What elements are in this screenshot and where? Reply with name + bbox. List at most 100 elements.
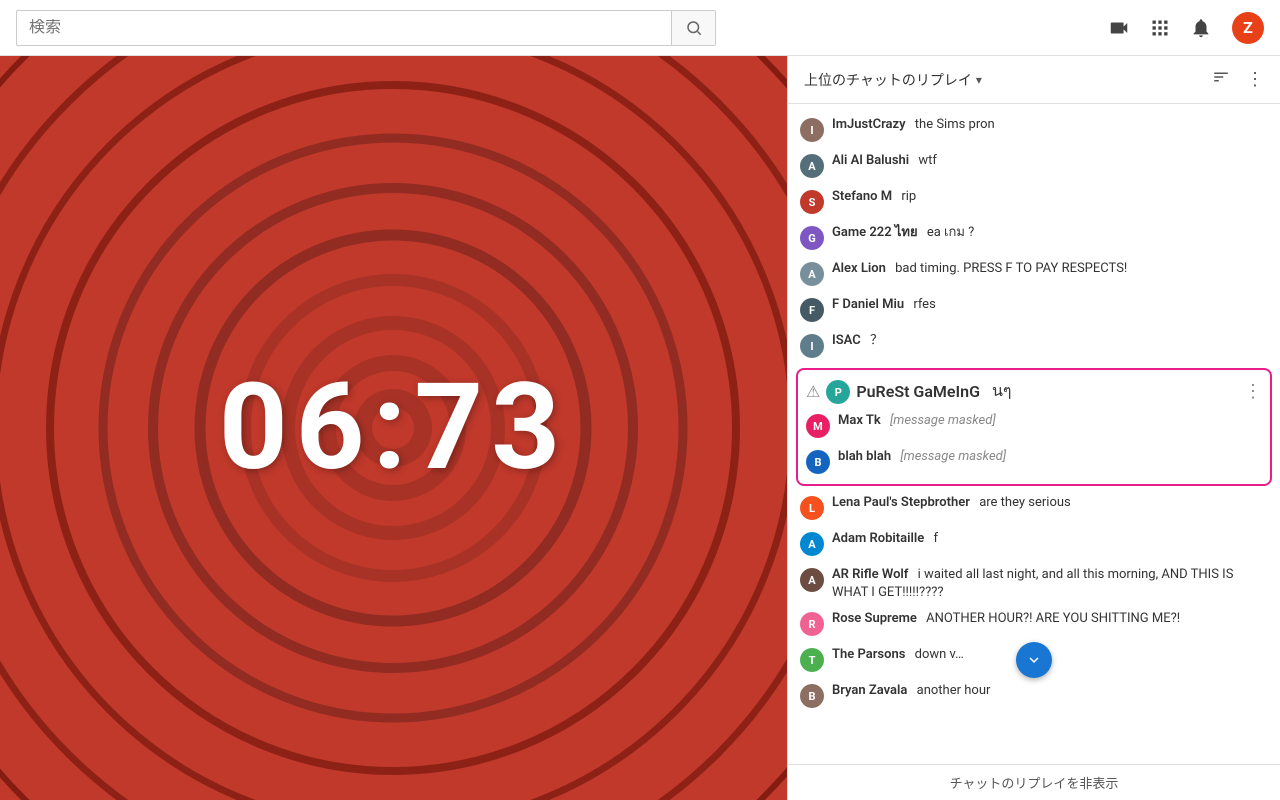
message-text: ？	[870, 333, 883, 348]
avatar: A	[800, 568, 824, 592]
message-username: AR Rifle Wolf	[832, 567, 908, 582]
more-options-icon[interactable]: ⋮	[1246, 69, 1264, 90]
notifications-icon[interactable]	[1190, 17, 1212, 39]
chat-message: B Bryan Zavala another hour	[788, 678, 1280, 714]
message-text: wtf	[918, 153, 937, 168]
chat-message: A Ali Al Balushi wtf	[788, 148, 1280, 184]
chat-message: G Game 222 ไทย ea เกม ?	[788, 220, 1280, 256]
message-content: blah blah [message masked]	[838, 448, 1262, 466]
message-username: The Parsons	[832, 647, 905, 662]
group-more-options-icon[interactable]: ⋮	[1244, 381, 1262, 402]
message-content: F Daniel Miu rfes	[832, 296, 1268, 314]
search-bar	[16, 10, 716, 46]
header: Z	[0, 0, 1280, 56]
chat-message: A Adam Robitaille f	[788, 526, 1280, 562]
search-button[interactable]	[671, 10, 715, 46]
hide-chat-replay-button[interactable]: チャットのリプレイを非表示	[788, 764, 1280, 800]
chat-message: I ISAC ？	[788, 328, 1280, 364]
group-header: ⚠ P PuReSt GaMeInG นๆ ⋮	[798, 374, 1270, 408]
message-username: blah blah	[838, 449, 891, 464]
main-content: 06:73 上位のチャットのリプレイ ▾ ⋮ I Im	[0, 56, 1280, 800]
video-player[interactable]: 06:73	[0, 56, 787, 800]
message-username: Stefano M	[832, 189, 892, 204]
avatar: A	[800, 532, 824, 556]
scroll-to-bottom-button[interactable]	[1016, 642, 1052, 678]
message-content: ImJustCrazy the Sims pron	[832, 116, 1268, 134]
message-username: Bryan Zavala	[832, 683, 907, 698]
chat-message: M Max Tk [message masked]	[798, 408, 1270, 444]
message-text: another hour	[917, 683, 991, 698]
avatar: T	[800, 648, 824, 672]
avatar: R	[800, 612, 824, 636]
message-text: ANOTHER HOUR?! ARE YOU SHITTING ME?!	[926, 611, 1180, 626]
message-content: Ali Al Balushi wtf	[832, 152, 1268, 170]
avatar: G	[800, 226, 824, 250]
avatar: M	[806, 414, 830, 438]
message-content: Alex Lion bad timing. PRESS F TO PAY RES…	[832, 260, 1268, 278]
avatar: P	[826, 380, 850, 404]
message-content: Lena Paul's Stepbrother are they serious	[832, 494, 1268, 512]
avatar: I	[800, 334, 824, 358]
search-input[interactable]	[17, 19, 671, 37]
grid-icon[interactable]	[1150, 18, 1170, 38]
avatar: A	[800, 262, 824, 286]
timer-display: 06:73	[219, 358, 568, 498]
message-text: ea เกม ?	[927, 225, 974, 240]
chat-message: A Alex Lion bad timing. PRESS F TO PAY R…	[788, 256, 1280, 292]
chat-messages-list: I ImJustCrazy the Sims pron A Ali Al Bal…	[788, 104, 1280, 764]
warning-icon: ⚠	[806, 382, 820, 401]
message-username: Ali Al Balushi	[832, 153, 909, 168]
chat-message: T The Parsons down v…	[788, 642, 1280, 678]
message-text: rfes	[913, 297, 935, 312]
message-content: Bryan Zavala another hour	[832, 682, 1268, 700]
chat-message: F F Daniel Miu rfes	[788, 292, 1280, 328]
message-username: Adam Robitaille	[832, 531, 924, 546]
chat-group-highlighted: ⚠ P PuReSt GaMeInG นๆ ⋮ M Max Tk [messag…	[796, 368, 1272, 486]
user-avatar[interactable]: Z	[1232, 12, 1264, 44]
search-icon	[685, 19, 703, 37]
chat-panel: 上位のチャットのリプレイ ▾ ⋮ I ImJustCrazy the Sims …	[787, 56, 1280, 800]
message-content: Stefano M rip	[832, 188, 1268, 206]
avatar: I	[800, 118, 824, 142]
message-content: Adam Robitaille f	[832, 530, 1268, 548]
message-username: F Daniel Miu	[832, 297, 904, 312]
chat-header: 上位のチャットのリプレイ ▾ ⋮	[788, 56, 1280, 104]
message-content: Game 222 ไทย ea เกม ?	[832, 224, 1268, 242]
message-username: ImJustCrazy	[832, 117, 906, 132]
chat-title-dropdown-arrow[interactable]: ▾	[976, 73, 982, 87]
chat-message: R Rose Supreme ANOTHER HOUR?! ARE YOU SH…	[788, 606, 1280, 642]
filter-icon[interactable]	[1212, 68, 1230, 91]
avatar: B	[800, 684, 824, 708]
message-text: [message masked]	[900, 449, 1006, 464]
message-username: Max Tk	[838, 413, 881, 428]
group-main-username: PuReSt GaMeInG	[856, 382, 980, 401]
chat-message: I ImJustCrazy the Sims pron	[788, 112, 1280, 148]
chat-header-actions: ⋮	[1212, 68, 1264, 91]
avatar: L	[800, 496, 824, 520]
chat-message: S Stefano M rip	[788, 184, 1280, 220]
chat-message: A AR Rifle Wolf i waited all last night,…	[788, 562, 1280, 606]
message-username: ISAC	[832, 333, 861, 348]
message-text: the Sims pron	[915, 117, 995, 132]
message-text: down v…	[915, 647, 964, 662]
message-text: [message masked]	[890, 413, 996, 428]
hide-chat-label: チャットのリプレイを非表示	[950, 777, 1119, 792]
message-username: Game 222 ไทย	[832, 225, 918, 240]
message-content: ISAC ？	[832, 332, 1268, 350]
video-camera-icon[interactable]	[1108, 17, 1130, 39]
message-text: bad timing. PRESS F TO PAY RESPECTS!	[895, 261, 1127, 276]
chat-message: B blah blah [message masked]	[798, 444, 1270, 480]
avatar: B	[806, 450, 830, 474]
message-username: Lena Paul's Stepbrother	[832, 495, 970, 510]
message-text: are they serious	[979, 495, 1071, 510]
avatar: A	[800, 154, 824, 178]
avatar: F	[800, 298, 824, 322]
avatar: S	[800, 190, 824, 214]
chat-title: 上位のチャットのリプレイ ▾	[804, 70, 1212, 90]
group-main-text: นๆ	[992, 379, 1012, 404]
message-content: Rose Supreme ANOTHER HOUR?! ARE YOU SHIT…	[832, 610, 1268, 628]
chat-message: L Lena Paul's Stepbrother are they serio…	[788, 490, 1280, 526]
message-username: Rose Supreme	[832, 611, 917, 626]
message-content: AR Rifle Wolf i waited all last night, a…	[832, 566, 1268, 602]
message-text: f	[934, 531, 939, 546]
